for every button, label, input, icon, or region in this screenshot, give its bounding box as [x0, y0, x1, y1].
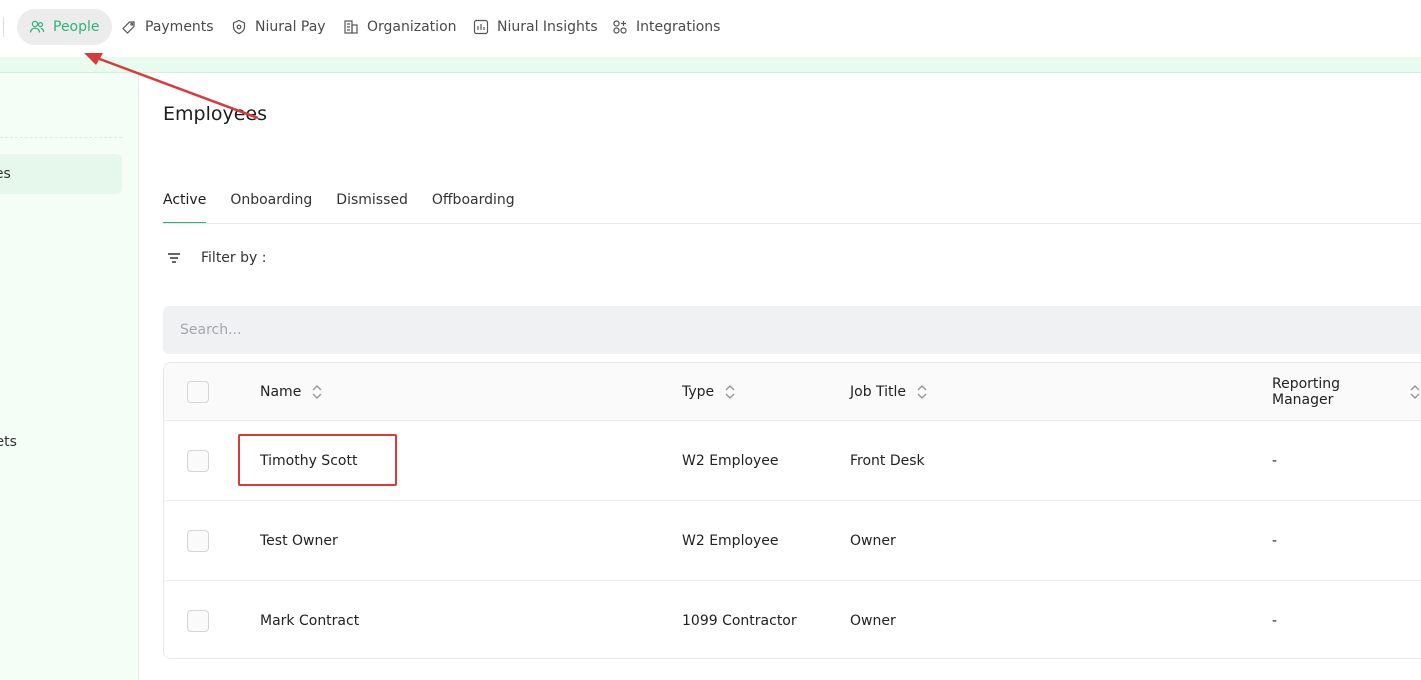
employee-name[interactable]: Test Owner: [260, 501, 338, 580]
sidebar-item-time-off[interactable]: ff: [0, 464, 122, 504]
sort-icon[interactable]: [311, 384, 323, 400]
column-header-label: Name: [260, 383, 302, 400]
search-bar: [163, 306, 1421, 354]
employee-manager: -: [1272, 612, 1278, 629]
nav-item-label: People: [53, 19, 100, 35]
employee-status-tabs: Active Onboarding Dismissed Offboarding: [163, 192, 539, 224]
insights-icon: [473, 19, 489, 35]
tab-offboarding[interactable]: Offboarding: [432, 192, 515, 224]
sidebar: yees cts art ts heets ff e: [0, 73, 139, 680]
employee-job-title: Owner: [850, 532, 896, 549]
row-checkbox[interactable]: [187, 449, 209, 472]
row-select-cell: [187, 581, 209, 658]
sidebar-item-org-chart[interactable]: art: [0, 238, 122, 278]
nav-item-organization[interactable]: Organization: [331, 9, 469, 45]
shield-icon: [232, 19, 246, 35]
nav-item-label: Niural Pay: [255, 19, 326, 35]
employee-type: W2 Employee: [682, 532, 779, 549]
nav-item-integrations[interactable]: Integrations: [600, 9, 732, 45]
sidebar-item-documents[interactable]: ts: [0, 322, 122, 362]
employee-job-title: Front Desk: [850, 452, 925, 469]
notification-strip: [0, 57, 1421, 73]
sidebar-item-label: ts: [0, 334, 122, 350]
select-all-checkbox[interactable]: [187, 380, 209, 403]
column-header-name[interactable]: Name: [260, 363, 323, 420]
row-checkbox[interactable]: [187, 529, 209, 552]
sidebar-item-contracts[interactable]: cts: [0, 196, 122, 236]
sort-icon[interactable]: [724, 384, 736, 400]
row-checkbox[interactable]: [187, 609, 209, 632]
nav-item-label: Organization: [367, 19, 457, 35]
tab-onboarding[interactable]: Onboarding: [230, 192, 312, 224]
sidebar-item-label: e: [0, 576, 122, 592]
table-row[interactable]: Mark Contract 1099 Contractor Owner -: [164, 580, 1421, 658]
filter-icon[interactable]: [165, 249, 183, 267]
row-select-cell: [187, 501, 209, 580]
sidebar-item-more[interactable]: e: [0, 564, 122, 604]
building-icon: [344, 20, 358, 34]
nav-item-niural-pay[interactable]: Niural Pay: [219, 9, 338, 45]
employee-type: 1099 Contractor: [682, 612, 797, 629]
people-icon: [29, 20, 45, 33]
column-header-type[interactable]: Type: [682, 363, 736, 420]
nav-item-niural-insights[interactable]: Niural Insights: [461, 9, 610, 45]
sidebar-divider: [0, 137, 122, 138]
nav-item-label: Integrations: [636, 19, 721, 35]
sidebar-item-label: heets: [0, 434, 17, 450]
row-select-cell: [187, 421, 209, 500]
nav-item-label: Niural Insights: [497, 19, 598, 35]
employee-job-title: Owner: [850, 612, 896, 629]
page-title: Employees: [163, 103, 267, 125]
sidebar-item-timesheets[interactable]: heets: [0, 422, 122, 462]
table-row[interactable]: Timothy Scott W2 Employee Front Desk -: [164, 420, 1421, 500]
sort-icon[interactable]: [1409, 384, 1421, 400]
tag-icon: [122, 21, 135, 34]
integrations-icon: [613, 20, 627, 34]
tab-active[interactable]: Active: [163, 192, 207, 224]
employee-name[interactable]: Timothy Scott: [260, 421, 357, 500]
filter-bar[interactable]: Filter by :: [163, 249, 266, 267]
column-header-label: Job Title: [850, 383, 907, 400]
employees-table: Name Type Job Title Reporting Manager Ti…: [163, 362, 1421, 659]
nav-item-people[interactable]: People: [17, 9, 112, 45]
table-row[interactable]: Test Owner W2 Employee Owner -: [164, 500, 1421, 580]
sort-icon[interactable]: [916, 384, 928, 400]
nav-divider: [3, 17, 4, 37]
sidebar-item-label: art: [0, 250, 122, 266]
tab-dismissed[interactable]: Dismissed: [336, 192, 408, 224]
sidebar-item-label: yees: [0, 166, 11, 182]
top-navigation: People Payments Niural Pay Organization …: [0, 0, 1421, 57]
filter-label: Filter by :: [201, 250, 267, 266]
employee-manager: -: [1272, 532, 1278, 549]
main-content: Employees Active Onboarding Dismissed Of…: [139, 73, 1421, 680]
column-header-label: Reporting Manager: [1272, 375, 1341, 408]
sidebar-item-employees[interactable]: yees: [0, 154, 122, 194]
column-header-reporting-manager[interactable]: Reporting Manager: [1272, 363, 1421, 420]
sidebar-item-label: ff: [0, 476, 122, 492]
nav-item-label: Payments: [145, 19, 214, 35]
tabs-divider: [163, 223, 1421, 224]
column-header-job-title[interactable]: Job Title: [850, 363, 928, 420]
nav-item-payments[interactable]: Payments: [109, 9, 226, 45]
sidebar-item-label: cts: [0, 208, 122, 224]
table-header: Name Type Job Title Reporting Manager: [164, 363, 1421, 420]
employee-type: W2 Employee: [682, 452, 779, 469]
employee-manager: -: [1272, 452, 1278, 469]
employee-name[interactable]: Mark Contract: [260, 581, 359, 658]
search-input[interactable]: [180, 322, 580, 338]
column-header-label: Type: [682, 383, 715, 400]
select-all-cell: [187, 363, 209, 420]
